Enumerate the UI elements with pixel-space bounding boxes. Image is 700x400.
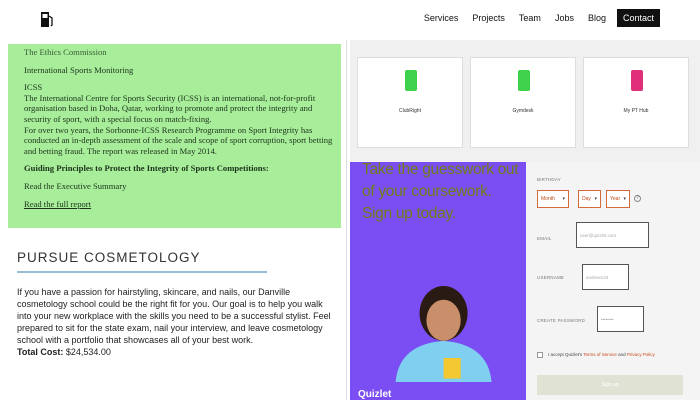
fuel-pump-icon[interactable]	[40, 10, 54, 28]
card-label: ClubRight	[399, 108, 421, 114]
clubright-logo-icon	[405, 70, 417, 91]
ethics-icss-title: ICSS	[24, 82, 43, 93]
nav-team[interactable]: Team	[512, 9, 548, 27]
signup-form: BIRTHDAY Month ▾ Day ▾ Year ▾ ? EMAIL user@…	[526, 162, 700, 400]
chevron-down-icon: ▾	[623, 196, 626, 202]
promo-text: Take the guesswork out of your coursewor…	[362, 162, 519, 225]
my-pt-hub-logo-icon	[631, 70, 643, 91]
day-select[interactable]: Day ▾	[578, 190, 601, 208]
day-value: Day	[582, 196, 591, 202]
help-icon[interactable]: ?	[634, 195, 641, 202]
email-label: EMAIL	[537, 236, 552, 241]
card-gymdesk[interactable]: Gymdesk	[470, 57, 576, 148]
terms-prefix: I accept Quizlet's	[548, 352, 583, 357]
contact-button[interactable]: Contact	[616, 9, 660, 27]
chevron-down-icon: ▾	[594, 196, 597, 202]
ethics-exec-summary-link[interactable]: Read the Executive Summary	[24, 181, 341, 192]
cosmetology-section: PURSUE COSMETOLOGY If you have a passion…	[17, 250, 335, 358]
promo-line-2: of your coursework.	[362, 183, 492, 200]
nav-menu: Services Projects Team Jobs Blog Contact	[417, 9, 660, 27]
quizlet-promo: Take the guesswork out of your coursewor…	[350, 162, 526, 400]
year-value: Year	[610, 196, 621, 202]
card-clubright[interactable]: ClubRight	[357, 57, 463, 148]
ethics-full-report-link[interactable]: Read the full report	[24, 199, 341, 210]
terms-checkbox[interactable]	[537, 352, 543, 358]
terms-text: I accept Quizlet's Terms of Service and …	[548, 352, 655, 357]
nav-jobs[interactable]: Jobs	[548, 9, 581, 27]
ethics-body-1: The International Centre for Sports Secu…	[24, 92, 316, 124]
nav-blog[interactable]: Blog	[581, 9, 613, 27]
total-cost-value: $24,534.00	[65, 347, 111, 357]
nav-projects[interactable]: Projects	[465, 9, 512, 27]
ethics-body-2: For over two years, the Sorbonne-ICSS Re…	[24, 124, 333, 156]
total-cost: Total Cost: $24,534.00	[17, 346, 335, 358]
terms-and: and	[618, 352, 626, 357]
card-my-pt-hub[interactable]: My PT Hub	[583, 57, 689, 148]
quizlet-brand: Quizlet	[358, 389, 392, 400]
chevron-down-icon: ▾	[562, 196, 565, 202]
password-label: CREATE PASSWORD	[537, 318, 586, 323]
username-field[interactable]: andrew123	[582, 264, 629, 290]
heading-underline	[17, 271, 267, 273]
month-value: Month	[541, 196, 555, 202]
ethics-guiding: Guiding Principles to Protect the Integr…	[24, 163, 269, 174]
gymdesk-logo-icon	[518, 70, 530, 91]
column-divider	[346, 40, 347, 400]
birthday-label: BIRTHDAY	[537, 177, 561, 182]
username-label: USERNAME	[537, 275, 565, 280]
card-label: Gymdesk	[512, 108, 534, 114]
signup-button[interactable]: Sign up	[537, 375, 683, 395]
privacy-policy-link[interactable]: Privacy Policy	[627, 352, 655, 357]
promo-line-3: Sign up today.	[362, 205, 456, 222]
email-field[interactable]: user@quizlet.com	[576, 222, 649, 248]
cosmetology-heading: PURSUE COSMETOLOGY	[17, 250, 201, 265]
ethics-panel: The Ethics Commission International Spor…	[8, 44, 341, 228]
student-illustration	[395, 286, 492, 382]
year-select[interactable]: Year ▾	[606, 190, 630, 208]
card-label: My PT Hub	[623, 108, 649, 114]
promo-line-1: Take the guesswork out	[362, 162, 519, 178]
top-navigation: Services Projects Team Jobs Blog Contact	[0, 0, 700, 40]
cosmetology-body: If you have a passion for hairstyling, s…	[17, 287, 331, 345]
password-field[interactable]: ••••••••	[597, 306, 644, 332]
ethics-monitoring: International Sports Monitoring	[24, 64, 134, 75]
nav-services[interactable]: Services	[417, 9, 466, 27]
terms-of-service-link[interactable]: Terms of Service	[583, 352, 617, 357]
total-cost-label: Total Cost:	[17, 347, 64, 357]
ethics-cut-heading: The Ethics Commission	[24, 47, 107, 57]
month-select[interactable]: Month ▾	[537, 190, 569, 208]
